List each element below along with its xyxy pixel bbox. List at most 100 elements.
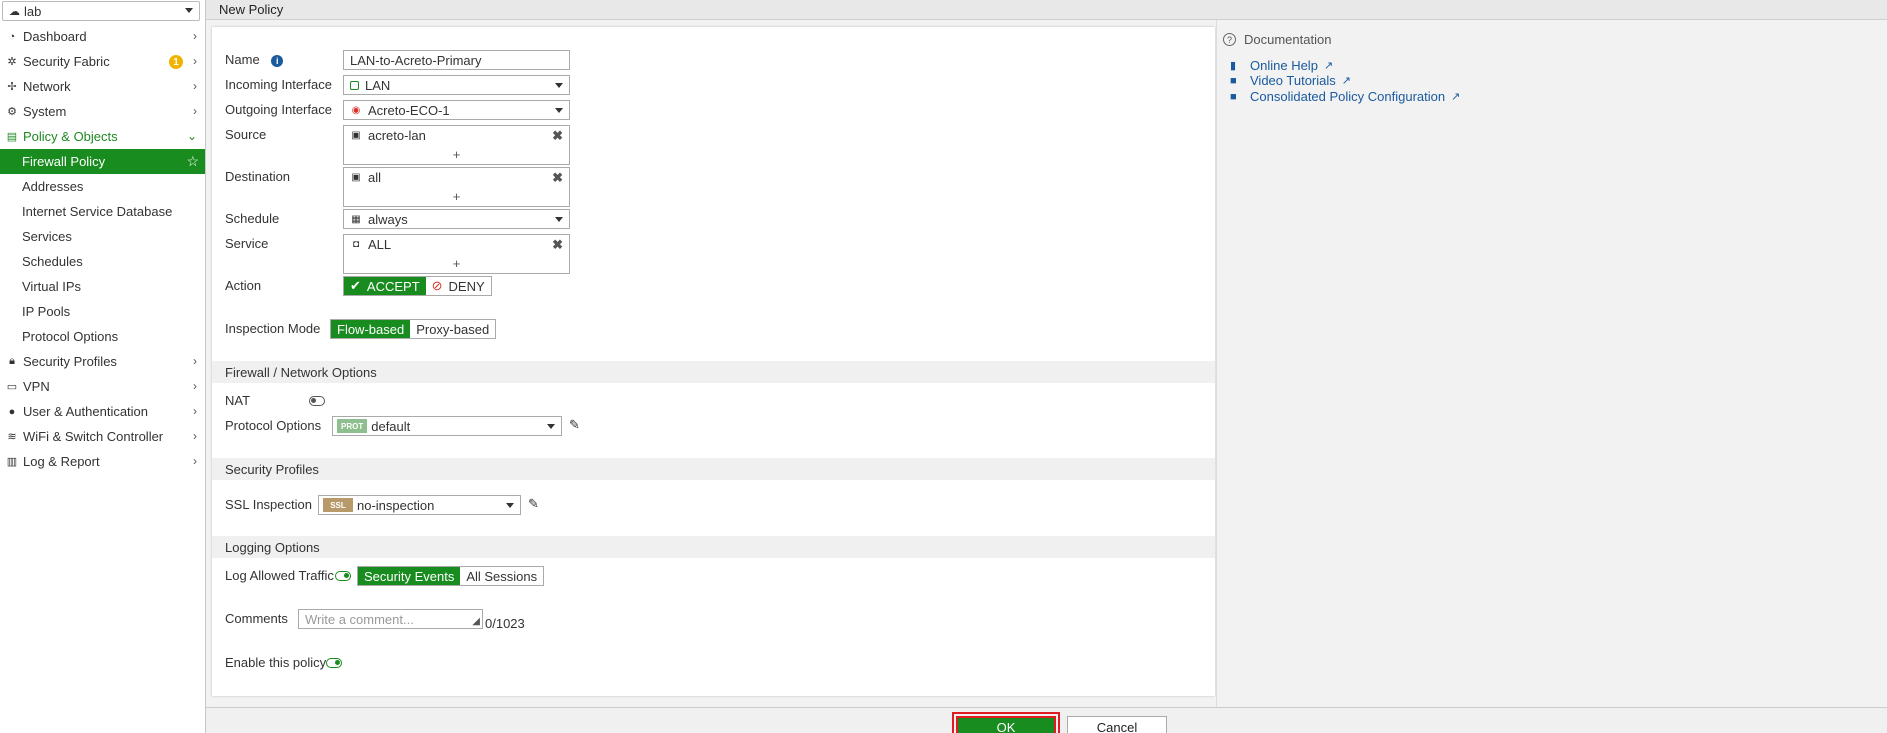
edit-icon[interactable]: ✎ (528, 496, 539, 512)
comments-label: Comments (225, 611, 288, 626)
comments-textarea[interactable]: Write a comment... ◢ (298, 609, 483, 629)
nat-label: NAT (225, 393, 251, 408)
caret-down-icon (555, 108, 563, 113)
sidebar-item-network[interactable]: ✢ Network › (0, 74, 205, 99)
sidebar-item-label: System (23, 104, 67, 119)
vdom-selector[interactable]: ☁ lab (2, 1, 200, 21)
proxy-based-button[interactable]: Proxy-based (410, 320, 496, 338)
source-select[interactable]: ▣ acreto-lan ✖ + (343, 125, 570, 165)
address-icon: ▣ (351, 172, 361, 183)
video-icon: ■ (1230, 90, 1237, 103)
sidebar-item-label: Security Fabric (23, 54, 110, 69)
deny-button[interactable]: ⊘ DENY (425, 277, 491, 295)
star-icon[interactable]: ☆ (186, 153, 199, 170)
sidebar-item-dashboard[interactable]: ◔ Dashboard › (0, 24, 205, 49)
book-icon: ▮ (1230, 60, 1237, 72)
outgoing-interface-value: Acreto-ECO-1 (368, 102, 450, 118)
caret-down-icon (555, 83, 563, 88)
sidebar-item-label: Dashboard (23, 29, 87, 44)
remove-icon[interactable]: ✖ (552, 128, 563, 144)
sidebar-item-security-profiles[interactable]: 🔒︎ Security Profiles › (0, 349, 205, 374)
tunnel-icon: ◉ (351, 104, 361, 116)
chevron-right-icon: › (193, 354, 197, 368)
service-select[interactable]: ◘ ALL ✖ + (343, 234, 570, 274)
remove-icon[interactable]: ✖ (552, 170, 563, 186)
sidebar-item-label: Network (23, 79, 71, 94)
chevron-right-icon: › (193, 404, 197, 418)
consolidated-policy-link[interactable]: ■ Consolidated Policy Configuration ↗ (1230, 89, 1460, 104)
service-value: ALL (368, 237, 392, 252)
sidebar-item-vpn[interactable]: ▭ VPN › (0, 374, 205, 399)
sidebar-item-wifi-switch-controller[interactable]: ≋ WiFi & Switch Controller › (0, 424, 205, 449)
ssl-inspection-select[interactable]: SSL no-inspection (318, 495, 521, 515)
sidebar-item-label: Virtual IPs (22, 279, 82, 294)
outgoing-interface-select[interactable]: ◉ Acreto-ECO-1 (343, 100, 570, 120)
schedule-select[interactable]: ▦ always (343, 209, 570, 229)
laptop-icon: ▭ (6, 381, 18, 393)
name-input[interactable]: LAN-to-Acreto-Primary (343, 50, 570, 70)
deny-icon: ⊘ (431, 278, 443, 293)
sidebar-item-security-fabric[interactable]: ✲ Security Fabric 1 › (0, 49, 205, 74)
link-label: Video Tutorials (1250, 73, 1336, 88)
ssl-tag: SSL (323, 498, 353, 512)
security-events-button[interactable]: Security Events (358, 567, 461, 585)
destination-select[interactable]: ▣ all ✖ + (343, 167, 570, 207)
chevron-down-icon: ⌄ (186, 129, 197, 143)
all-sessions-button[interactable]: All Sessions (460, 567, 544, 585)
incoming-interface-select[interactable]: LAN (343, 75, 570, 95)
sidebar-item-system[interactable]: ⚙ System › (0, 99, 205, 124)
service-item: ◘ ALL (350, 237, 391, 252)
sidebar-item-ip-pools[interactable]: IP Pools (0, 299, 205, 324)
sidebar-item-label: Policy & Objects (23, 129, 118, 144)
sidebar-item-virtual-ips[interactable]: Virtual IPs (0, 274, 205, 299)
name-label: Name i (225, 52, 284, 67)
documentation-pane: ? Documentation ▮ Online Help ↗ ■ Video … (1216, 20, 1887, 707)
service-label: Service (225, 236, 269, 251)
cloud-icon: ☁ (9, 5, 20, 18)
add-icon[interactable]: + (344, 256, 569, 271)
chevron-right-icon: › (193, 379, 197, 393)
video-tutorials-link[interactable]: ■ Video Tutorials ↗ (1230, 73, 1351, 88)
chevron-right-icon: › (193, 29, 197, 43)
ssl-inspection-label: SSL Inspection (225, 497, 312, 512)
chevron-right-icon: › (193, 104, 197, 118)
accept-button[interactable]: ✔ ACCEPT (344, 277, 426, 295)
resize-handle-icon[interactable]: ◢ (472, 616, 480, 627)
log-allowed-traffic-toggle[interactable] (335, 571, 351, 581)
sidebar-item-user-authentication[interactable]: ● User & Authentication › (0, 399, 205, 424)
sidebar: ☁ lab ◔ Dashboard › ✲ Security Fabric 1 … (0, 0, 206, 733)
info-icon[interactable]: i (271, 55, 284, 67)
sidebar-item-policy-objects[interactable]: ▤ Policy & Objects ⌄ (0, 124, 205, 149)
remove-icon[interactable]: ✖ (552, 237, 563, 253)
enable-policy-toggle[interactable] (326, 658, 342, 668)
prot-tag: PROT (337, 419, 368, 433)
add-icon[interactable]: + (344, 189, 569, 204)
ok-button[interactable]: OK (952, 712, 1060, 733)
online-help-link[interactable]: ▮ Online Help ↗ (1230, 58, 1333, 73)
interface-icon (350, 80, 359, 90)
firewall-network-options-header: Firewall / Network Options (212, 361, 1215, 383)
sidebar-item-internet-service-database[interactable]: Internet Service Database (0, 199, 205, 224)
destination-label: Destination (225, 169, 291, 184)
caret-down-icon (506, 503, 514, 508)
cancel-button[interactable]: Cancel (1067, 716, 1167, 733)
edit-icon[interactable]: ✎ (569, 417, 580, 433)
sidebar-item-protocol-options[interactable]: Protocol Options (0, 324, 205, 349)
documentation-title: Documentation (1244, 32, 1332, 47)
add-icon[interactable]: + (344, 147, 569, 162)
sidebar-item-addresses[interactable]: Addresses (0, 174, 205, 199)
protocol-options-select[interactable]: PROT default (332, 416, 562, 436)
destination-value: all (368, 170, 382, 185)
nat-toggle[interactable] (309, 396, 325, 406)
flow-based-button[interactable]: Flow-based (331, 320, 411, 338)
lock-icon: 🔒︎ (9, 355, 15, 367)
sidebar-item-log-report[interactable]: ▥ Log & Report › (0, 449, 205, 474)
dashboard-icon: ◔ (8, 30, 16, 43)
sidebar-item-schedules[interactable]: Schedules (0, 249, 205, 274)
name-value: LAN-to-Acreto-Primary (350, 52, 482, 68)
sidebar-item-services[interactable]: Services (0, 224, 205, 249)
protocol-options-value: default (371, 418, 411, 434)
chevron-right-icon: › (193, 429, 197, 443)
sidebar-item-label: Log & Report (23, 454, 100, 469)
sidebar-item-firewall-policy[interactable]: Firewall Policy ☆ (0, 149, 205, 174)
